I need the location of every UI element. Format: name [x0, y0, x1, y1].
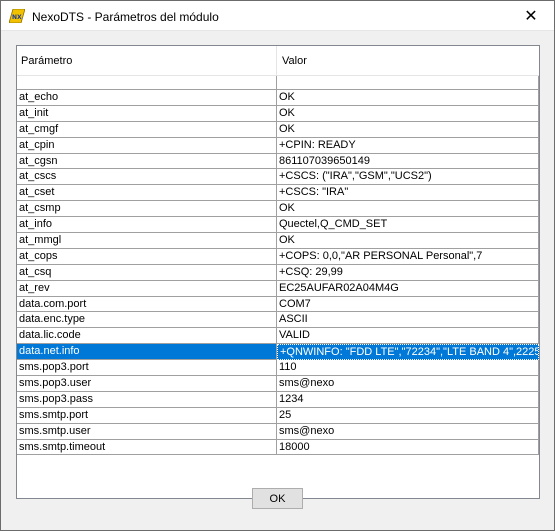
table-cell[interactable]: [277, 76, 539, 90]
table-row[interactable]: data.net.info +QNWINFO: "FDD LTE","72234"…: [17, 344, 539, 361]
nexo-logo-icon: NX: [8, 8, 26, 24]
close-button[interactable]: ✕: [508, 1, 554, 31]
table-row[interactable]: sms.pop3.pass 1234: [17, 391, 539, 408]
table-row[interactable]: at_csmp OK: [17, 201, 539, 218]
table-row[interactable]: at_cmgf OK: [17, 121, 539, 138]
close-icon: ✕: [524, 8, 538, 25]
table-row[interactable]: sms.smtp.timeout 18000: [17, 439, 539, 456]
table-row[interactable]: at_cpin +CPIN: READY: [17, 137, 539, 154]
value-cell[interactable]: +CSCS: ("IRA","GSM","UCS2"): [277, 169, 539, 186]
value-cell[interactable]: sms@nexo: [277, 423, 539, 440]
new-row-placeholder[interactable]: [17, 76, 539, 90]
value-cell[interactable]: +CSQ: 29,99: [277, 264, 539, 281]
value-cell[interactable]: 18000: [277, 439, 539, 456]
svg-text:NX: NX: [12, 14, 22, 21]
title-bar: NX NexoDTS - Parámetros del módulo ✕: [1, 1, 554, 31]
value-cell[interactable]: +QNWINFO: "FDD LTE","72234","LTE BAND 4"…: [277, 344, 539, 361]
value-cell[interactable]: Quectel,Q_CMD_SET: [277, 217, 539, 234]
parameter-cell[interactable]: at_cset: [17, 185, 277, 202]
table-row[interactable]: sms.smtp.user sms@nexo: [17, 423, 539, 440]
table-row[interactable]: data.lic.code VALID: [17, 328, 539, 345]
value-cell[interactable]: +CPIN: READY: [277, 137, 539, 154]
parameter-cell[interactable]: at_cops: [17, 248, 277, 265]
value-cell[interactable]: OK: [277, 121, 539, 138]
parameter-cell[interactable]: at_csq: [17, 264, 277, 281]
table-row[interactable]: at_cops +COPS: 0,0,"AR PERSONAL Personal"…: [17, 248, 539, 265]
table-row[interactable]: sms.pop3.user sms@nexo: [17, 376, 539, 392]
parameter-cell[interactable]: sms.pop3.port: [17, 360, 277, 377]
value-cell[interactable]: +CSCS: "IRA": [277, 185, 539, 202]
value-cell[interactable]: COM7: [277, 296, 539, 313]
parameter-cell[interactable]: at_info: [17, 217, 277, 234]
parameter-cell[interactable]: sms.pop3.pass: [17, 391, 277, 408]
value-cell[interactable]: 110: [277, 360, 539, 377]
table-row[interactable]: at_init OK: [17, 105, 539, 122]
parameter-cell[interactable]: at_echo: [17, 90, 277, 106]
value-cell[interactable]: +COPS: 0,0,"AR PERSONAL Personal",7: [277, 248, 539, 265]
parameter-cell[interactable]: sms.pop3.user: [17, 376, 277, 392]
window-title: NexoDTS - Parámetros del módulo: [32, 10, 219, 24]
table-row[interactable]: data.enc.type ASCII: [17, 312, 539, 329]
table-row[interactable]: at_mmgl OK: [17, 233, 539, 249]
parameter-cell[interactable]: at_cpin: [17, 137, 277, 154]
table-row[interactable]: at_info Quectel,Q_CMD_SET: [17, 217, 539, 234]
value-cell[interactable]: 25: [277, 407, 539, 424]
parameter-cell[interactable]: at_init: [17, 105, 277, 122]
parameter-cell[interactable]: at_cgsn: [17, 153, 277, 170]
table-cell[interactable]: [17, 76, 277, 90]
table-row[interactable]: at_csq +CSQ: 29,99: [17, 264, 539, 281]
value-cell[interactable]: OK: [277, 105, 539, 122]
parameter-cell[interactable]: data.net.info: [17, 344, 277, 361]
table-row[interactable]: at_cset +CSCS: "IRA": [17, 185, 539, 202]
parameter-cell[interactable]: at_cmgf: [17, 121, 277, 138]
parameter-cell[interactable]: at_mmgl: [17, 233, 277, 249]
value-cell[interactable]: ASCII: [277, 312, 539, 329]
column-header-parameter[interactable]: Parámetro: [17, 46, 277, 76]
parameter-cell[interactable]: sms.smtp.timeout: [17, 439, 277, 456]
value-cell[interactable]: OK: [277, 90, 539, 106]
grid-header: Parámetro Valor: [17, 46, 539, 76]
table-row[interactable]: at_cgsn 861107039650149: [17, 153, 539, 170]
ok-button[interactable]: OK: [252, 488, 303, 509]
value-cell[interactable]: 1234: [277, 391, 539, 408]
table-row[interactable]: sms.smtp.port 25: [17, 407, 539, 424]
parameter-cell[interactable]: sms.smtp.user: [17, 423, 277, 440]
parameter-cell[interactable]: at_csmp: [17, 201, 277, 218]
parameter-cell[interactable]: data.enc.type: [17, 312, 277, 329]
grid-body: at_echo OK at_init OK at_cmgf OK at_cpin +CPIN:…: [17, 76, 539, 456]
value-cell[interactable]: EC25AUFAR02A04M4G: [277, 280, 539, 297]
module-parameters-window: NX NexoDTS - Parámetros del módulo ✕ Par…: [0, 0, 555, 531]
parameter-cell[interactable]: at_rev: [17, 280, 277, 297]
table-row[interactable]: at_echo OK: [17, 90, 539, 106]
parameter-cell[interactable]: at_cscs: [17, 169, 277, 186]
table-row[interactable]: at_cscs +CSCS: ("IRA","GSM","UCS2"): [17, 169, 539, 186]
table-row[interactable]: sms.pop3.port 110: [17, 360, 539, 377]
value-cell[interactable]: sms@nexo: [277, 376, 539, 392]
parameter-cell[interactable]: data.com.port: [17, 296, 277, 313]
parameter-cell[interactable]: sms.smtp.port: [17, 407, 277, 424]
value-cell[interactable]: 861107039650149: [277, 153, 539, 170]
parameter-cell[interactable]: data.lic.code: [17, 328, 277, 345]
value-cell[interactable]: OK: [277, 233, 539, 249]
value-cell[interactable]: OK: [277, 201, 539, 218]
table-row[interactable]: data.com.port COM7: [17, 296, 539, 313]
parameters-grid[interactable]: Parámetro Valor at_echo OK at_init OK at_cmg…: [16, 45, 540, 499]
value-cell[interactable]: VALID: [277, 328, 539, 345]
table-row[interactable]: at_rev EC25AUFAR02A04M4G: [17, 280, 539, 297]
column-header-value[interactable]: Valor: [277, 46, 539, 76]
